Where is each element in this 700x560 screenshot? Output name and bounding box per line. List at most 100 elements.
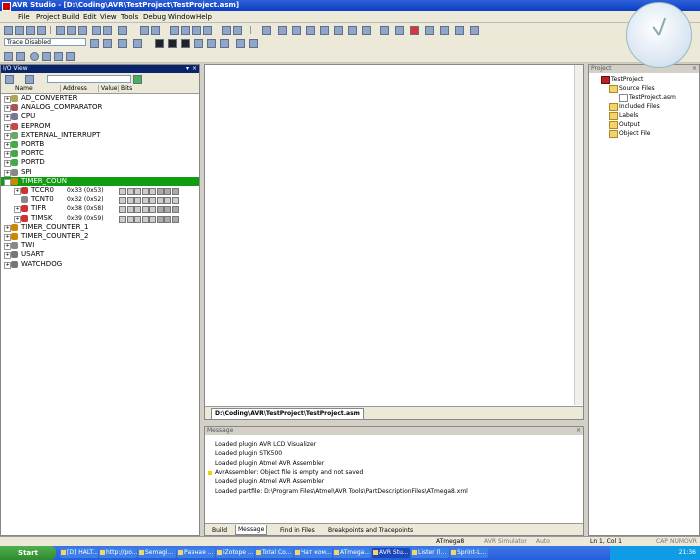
io-module-row[interactable]: + AD_CONVERTER (1, 94, 199, 103)
bit-checkbox[interactable] (126, 206, 134, 214)
bit-checkbox[interactable] (141, 215, 149, 223)
step-out-icon[interactable] (348, 26, 357, 35)
trace-icon[interactable] (90, 39, 99, 48)
tab-breakpoints[interactable]: Breakpoints and Tracepoints (325, 525, 416, 536)
memory-icon[interactable] (440, 26, 449, 35)
bit-checkbox[interactable] (171, 197, 179, 205)
bit-checkbox[interactable] (134, 215, 141, 223)
save-all-icon[interactable] (37, 26, 46, 35)
menu-window[interactable]: Window (168, 13, 196, 21)
expand-toggle-icon[interactable]: + (4, 160, 11, 168)
program-icon[interactable] (66, 52, 75, 61)
io-module-row[interactable]: + TIMER_COUNTER_1 (1, 223, 199, 232)
processor-icon[interactable] (470, 26, 479, 35)
remove-breakpoints-icon[interactable] (395, 26, 404, 35)
reset-icon[interactable] (306, 26, 315, 35)
trace-export-icon[interactable] (133, 39, 142, 48)
bit-checkbox[interactable] (164, 206, 171, 214)
menu-tools[interactable]: Tools (121, 13, 138, 21)
redo-icon[interactable] (103, 26, 112, 35)
stop-debugging-icon[interactable] (410, 26, 419, 35)
menu-edit[interactable]: Edit (83, 13, 97, 21)
taskbar-button[interactable]: Разная ... (177, 548, 215, 558)
io-module-row[interactable]: + CPU (1, 112, 199, 122)
taskbar-button[interactable]: Semagi... (138, 548, 176, 558)
col-bits[interactable]: Bits (118, 85, 132, 92)
hex-view-icon[interactable] (168, 39, 177, 48)
io-module-row[interactable]: + TIMER_COUNTER_2 (1, 232, 199, 241)
bit-checkbox[interactable] (119, 197, 126, 205)
io-module-row[interactable]: + SPI (1, 168, 199, 177)
build-run-icon[interactable] (233, 26, 242, 35)
register-window-icon[interactable] (220, 39, 229, 48)
tab-find-in-files[interactable]: Find in Files (277, 525, 318, 536)
expand-toggle-icon[interactable]: + (4, 142, 11, 149)
status-icon[interactable] (30, 52, 39, 61)
settings-icon[interactable] (42, 52, 51, 61)
build-icon[interactable] (222, 26, 231, 35)
print-icon[interactable] (118, 26, 127, 35)
pin-icon[interactable]: ▾ (186, 65, 189, 73)
bit-checkbox[interactable] (141, 197, 149, 205)
expand-toggle-icon[interactable]: + (4, 252, 11, 260)
toggle-breakpoint-icon[interactable] (380, 26, 389, 35)
bit-checkbox[interactable] (134, 197, 141, 205)
trace-options-icon[interactable] (118, 39, 127, 48)
editor-panel[interactable]: D:\Coding\AVR\TestProject\TestProject.as… (204, 64, 584, 420)
col-address[interactable]: Address (60, 85, 87, 92)
paste-icon[interactable] (78, 26, 87, 35)
io-filter-select[interactable] (47, 75, 131, 83)
bit-checkbox[interactable] (134, 188, 141, 195)
trace-clear-icon[interactable] (103, 39, 112, 48)
cut-icon[interactable] (56, 26, 65, 35)
io-module-row[interactable]: + ANALOG_COMPARATOR (1, 103, 199, 113)
watch-window-icon[interactable] (207, 39, 216, 48)
bit-checkbox[interactable] (164, 197, 171, 205)
io-module-row[interactable]: - TIMER_COUN (1, 176, 199, 186)
find-in-files-icon[interactable] (151, 26, 160, 35)
col-name[interactable]: Name (13, 85, 33, 92)
bit-checkbox[interactable] (126, 197, 134, 205)
io-module-row[interactable]: + EXTERNAL_INTERRUPT (1, 131, 199, 140)
auto-connect-icon[interactable] (16, 52, 25, 61)
check-icon[interactable] (54, 52, 63, 61)
disassembler-icon[interactable] (155, 39, 164, 48)
io-register-row[interactable]: + TIMSK 0x39 (0x59) (1, 214, 199, 223)
expand-toggle-icon[interactable]: + (4, 151, 11, 159)
trace-mode-select[interactable]: Trace Disabled (4, 38, 86, 46)
tab-build[interactable]: Build (209, 525, 230, 536)
close-icon[interactable]: × (576, 427, 581, 435)
break-icon[interactable] (292, 26, 301, 35)
tray-clock[interactable]: 21:36 (679, 549, 696, 556)
con-icon[interactable] (4, 52, 13, 61)
copy-icon[interactable] (67, 26, 76, 35)
menu-debug[interactable]: Debug (143, 13, 166, 21)
expand-toggle-icon[interactable]: + (4, 132, 11, 140)
view-options-icon[interactable] (25, 75, 34, 84)
taskbar-button[interactable]: Lister (l... (411, 548, 449, 558)
io-register-row[interactable]: + TCCR0 0x33 (0x53) (1, 186, 199, 195)
bit-checkbox[interactable] (134, 206, 141, 214)
bit-checkbox[interactable] (171, 188, 179, 195)
step-over-icon[interactable] (334, 26, 343, 35)
bit-checkbox[interactable] (149, 197, 156, 205)
bit-checkbox[interactable] (149, 215, 156, 223)
expand-toggle-icon[interactable]: + (4, 261, 11, 269)
expand-toggle-icon[interactable]: - (4, 178, 11, 186)
expand-toggle-icon[interactable]: + (4, 169, 11, 177)
close-icon[interactable]: × (192, 65, 197, 73)
expand-toggle-icon[interactable]: + (4, 114, 11, 122)
find-icon[interactable] (140, 26, 149, 35)
bit-checkbox[interactable] (141, 206, 149, 214)
taskbar-button[interactable]: Чат ком... (294, 548, 332, 558)
run-icon[interactable] (278, 26, 287, 35)
filter-icon[interactable] (5, 75, 14, 84)
expand-toggle-icon[interactable]: + (4, 105, 11, 113)
run-to-cursor-icon[interactable] (362, 26, 371, 35)
editor-vertical-scrollbar[interactable] (574, 65, 583, 405)
bit-checkbox[interactable] (164, 188, 171, 195)
expand-toggle-icon[interactable]: + (4, 234, 11, 241)
taskbar-button[interactable]: ATmega... (333, 548, 371, 558)
taskbar-button[interactable]: iZotope ... (216, 548, 254, 558)
bit-checkbox[interactable] (156, 188, 164, 195)
